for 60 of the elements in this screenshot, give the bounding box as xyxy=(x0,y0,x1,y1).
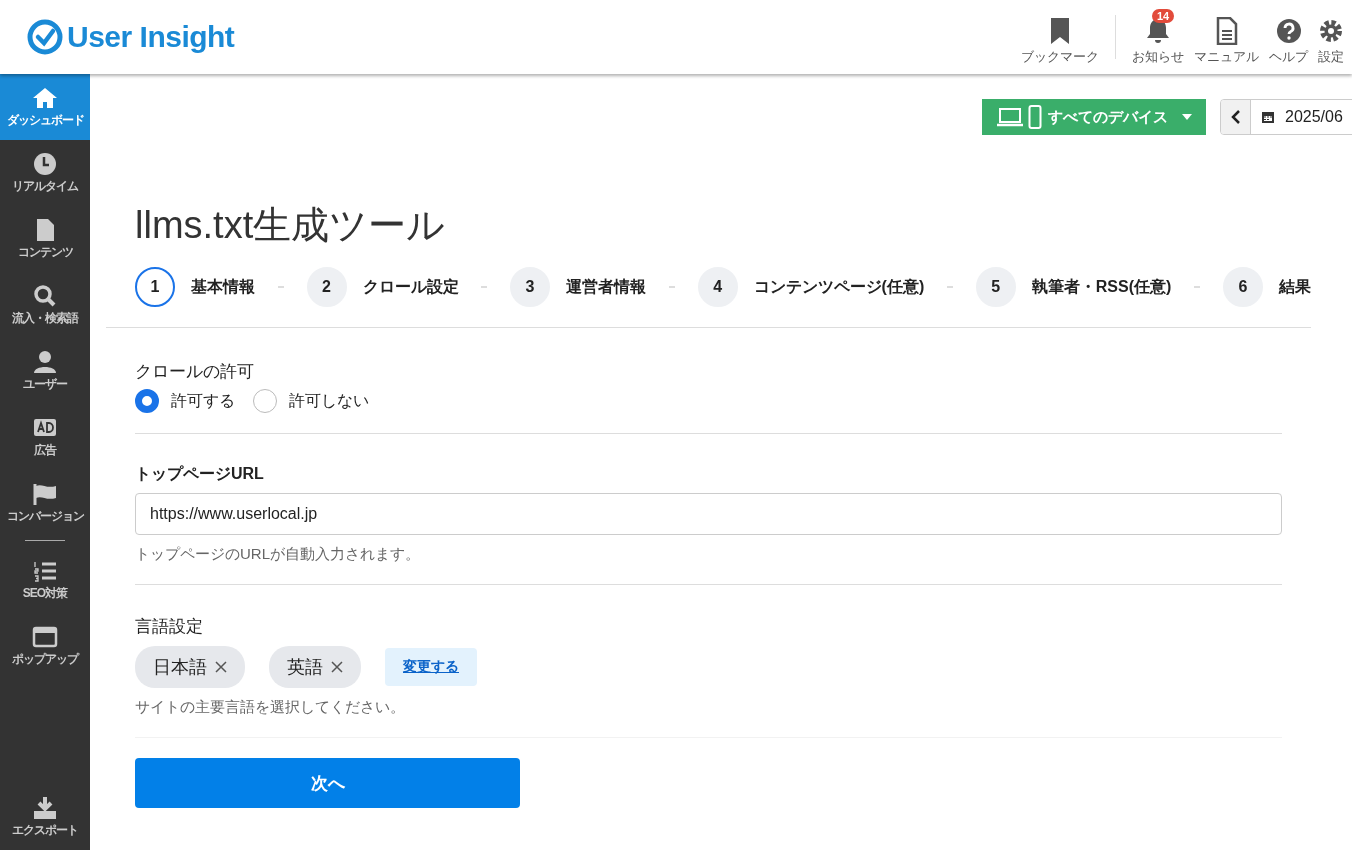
laptop-icon xyxy=(996,106,1024,128)
step-label[interactable]: コンテンツページ(任意) xyxy=(753,276,925,298)
radio-label[interactable]: 許可する xyxy=(171,390,235,412)
sidebar-item[interactable]: 広告 xyxy=(0,404,90,470)
next-button[interactable]: 次へ xyxy=(135,758,520,808)
remove-icon xyxy=(215,661,227,673)
sidebar-item[interactable]: 流入・検索語 xyxy=(0,272,90,338)
sidebar-item[interactable]: エクスポート xyxy=(0,784,90,850)
step-number: 1 xyxy=(135,267,175,307)
step-number: 4 xyxy=(697,267,738,307)
smartphone-icon xyxy=(1028,105,1042,129)
document-icon xyxy=(1214,16,1239,45)
sidebar-item[interactable]: コンテンツ xyxy=(0,206,90,272)
flag-icon xyxy=(32,481,58,506)
sidebar-item[interactable]: ポップアップ xyxy=(0,613,90,679)
sidebar-item[interactable]: ユーザー xyxy=(0,338,90,404)
logo-icon xyxy=(27,19,63,55)
caret-icon xyxy=(1182,114,1192,120)
sidebar-item[interactable]: SEO対策 xyxy=(0,547,90,613)
step-number: 5 xyxy=(975,267,1016,307)
radio-button[interactable] xyxy=(253,389,277,413)
sidebar-item[interactable]: リアルタイム xyxy=(0,140,90,206)
user-icon xyxy=(32,349,58,374)
sidebar-item[interactable]: コンバージョン xyxy=(0,470,90,536)
step-label[interactable]: 結果 xyxy=(1278,276,1311,298)
language-tag: 日本語 xyxy=(135,646,245,688)
notification-badge: 14 xyxy=(1152,8,1175,23)
help-text: サイトの主要言語を選択してください。 xyxy=(135,698,406,717)
step-number: 3 xyxy=(510,267,551,307)
header-button[interactable]: ブックマーク xyxy=(1019,8,1101,66)
bookmark-icon xyxy=(1048,16,1072,45)
url-input-field[interactable]: https://www.userlocal.jp xyxy=(135,493,1282,535)
help-icon xyxy=(1275,16,1302,45)
step-label[interactable]: 運営者情報 xyxy=(566,276,647,298)
remove-icon xyxy=(331,661,343,673)
download-icon xyxy=(32,795,58,820)
step-label[interactable]: 基本情報 xyxy=(191,276,255,298)
step-label[interactable]: クロール設定 xyxy=(362,276,459,298)
help-text: トップページのURLが自動入力されます。 xyxy=(135,545,421,564)
header-button[interactable]: ヘルプ xyxy=(1267,8,1310,66)
search-icon xyxy=(32,283,58,308)
step-number: 6 xyxy=(1222,267,1263,307)
home-icon xyxy=(32,85,58,110)
page-title: llms.txt生成ツール xyxy=(135,203,447,248)
window-icon xyxy=(32,624,58,649)
language-tag: 英語 xyxy=(269,646,361,688)
change-link[interactable]: 変更する xyxy=(385,648,477,686)
field-label: 言語設定 xyxy=(135,616,204,638)
clock-icon xyxy=(32,151,58,176)
header-button[interactable]: 設定 xyxy=(1316,8,1346,66)
step-number: 2 xyxy=(306,267,347,307)
header-button[interactable]: お知らせ 14 xyxy=(1130,8,1186,66)
header-button[interactable]: マニュアル xyxy=(1192,8,1261,66)
radio-button[interactable] xyxy=(135,389,159,413)
logo-text: User Insight xyxy=(67,20,235,54)
step-label[interactable]: 執筆者・RSS(任意) xyxy=(1031,276,1172,298)
radio-label[interactable]: 許可しない xyxy=(289,390,369,412)
sidebar-item[interactable]: ダッシュボード xyxy=(0,74,90,140)
field-label: クロールの許可 xyxy=(135,361,255,383)
field-label: トップページURL xyxy=(135,464,265,484)
